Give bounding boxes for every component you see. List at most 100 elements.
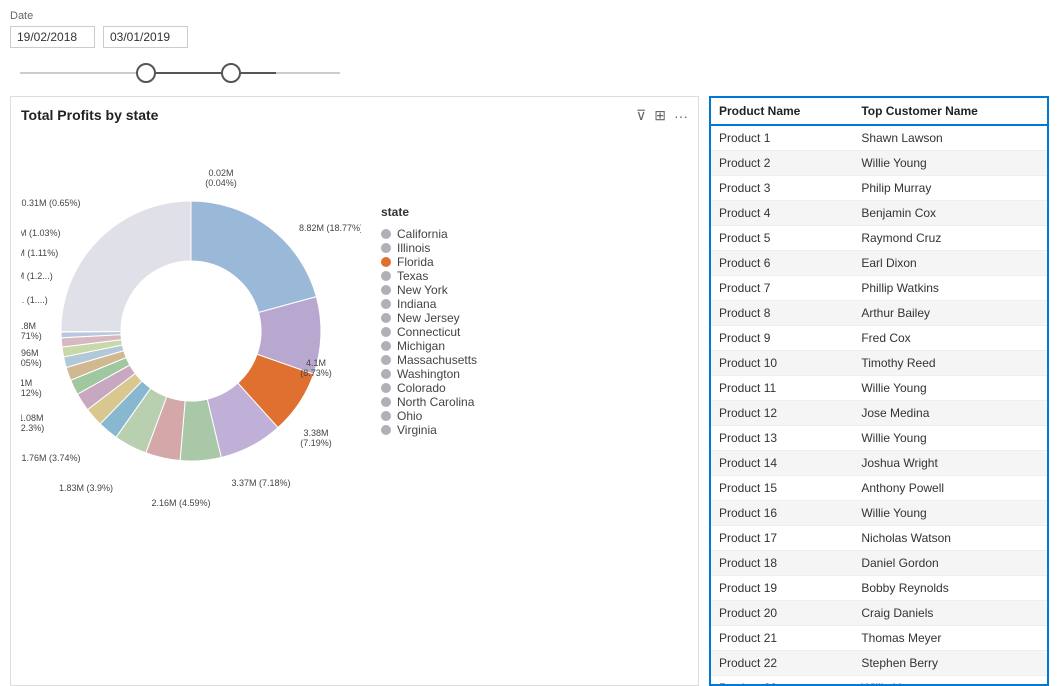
customer-name-cell: Daniel Gordon (853, 551, 1047, 576)
main-container: Date Total Profits by state ⊽ ⊞ ··· (0, 0, 1059, 637)
table-row[interactable]: Product 17Nicholas Watson (711, 526, 1047, 551)
legend-item[interactable]: Texas (381, 269, 477, 283)
table-row[interactable]: Product 18Daniel Gordon (711, 551, 1047, 576)
product-name-cell: Product 21 (711, 626, 853, 651)
date-slider[interactable] (10, 58, 350, 88)
legend-item[interactable]: Illinois (381, 241, 477, 255)
table-row[interactable]: Product 19Bobby Reynolds (711, 576, 1047, 601)
legend-item[interactable]: Massachusetts (381, 353, 477, 367)
legend-section: state CaliforniaIllinoisFloridaTexasNew … (381, 205, 477, 437)
product-name-cell: Product 10 (711, 351, 853, 376)
legend-item[interactable]: North Carolina (381, 395, 477, 409)
legend-item[interactable]: New York (381, 283, 477, 297)
table-row[interactable]: Product 11Willie Young (711, 376, 1047, 401)
legend-item[interactable]: Connecticut (381, 325, 477, 339)
legend-label: New York (397, 283, 448, 297)
table-section[interactable]: Product Name Top Customer Name Product 1… (709, 96, 1049, 686)
legend-item[interactable]: Virginia (381, 423, 477, 437)
legend-item[interactable]: Washington (381, 367, 477, 381)
svg-text:0.8M: 0.8M (21, 321, 36, 331)
svg-text:0.96M: 0.96M (21, 348, 39, 358)
table-row[interactable]: Product 2Willie Young (711, 151, 1047, 176)
table-row[interactable]: Product 3Philip Murray (711, 176, 1047, 201)
legend-dot (381, 271, 391, 281)
table-row[interactable]: Product 20Craig Daniels (711, 601, 1047, 626)
customer-name-cell: Stephen Berry (853, 651, 1047, 676)
svg-text:(2.3%): (2.3%) (21, 423, 44, 433)
customer-name-cell: Joshua Wright (853, 451, 1047, 476)
product-name-cell: Product 9 (711, 326, 853, 351)
table-row[interactable]: Product 8Arthur Bailey (711, 301, 1047, 326)
date-section: Date (10, 10, 350, 88)
filter-icon[interactable]: ⊽ (636, 107, 646, 124)
customer-name-cell: Willie Young (853, 676, 1047, 686)
date-end-input[interactable] (103, 26, 188, 48)
customer-name-cell: Willie Young (853, 376, 1047, 401)
svg-text:0.31M (0.65%): 0.31M (0.65%) (21, 198, 80, 208)
table-row[interactable]: Product 5Raymond Cruz (711, 226, 1047, 251)
table-row[interactable]: Product 1Shawn Lawson (711, 125, 1047, 151)
donut-svg: 8.82M (18.77%) 4.1M (8.73%) 3.38M (7.19%… (21, 131, 361, 511)
slider-thumb-left[interactable] (136, 63, 156, 83)
svg-text:1.83M (3.9%): 1.83M (3.9%) (59, 483, 113, 493)
svg-text:(8.73%): (8.73%) (300, 368, 332, 378)
legend-item[interactable]: Colorado (381, 381, 477, 395)
product-name-cell: Product 2 (711, 151, 853, 176)
legend-item[interactable]: Ohio (381, 409, 477, 423)
product-name-cell: Product 11 (711, 376, 853, 401)
table-row[interactable]: Product 23Willie Young (711, 676, 1047, 686)
legend-label: Washington (397, 367, 460, 381)
customer-name-cell: Bobby Reynolds (853, 576, 1047, 601)
legend-dot (381, 257, 391, 267)
product-name-cell: Product 18 (711, 551, 853, 576)
legend-dot (381, 397, 391, 407)
legend-item[interactable]: New Jersey (381, 311, 477, 325)
customer-name-cell: Raymond Cruz (853, 226, 1047, 251)
table-row[interactable]: Product 12Jose Medina (711, 401, 1047, 426)
legend-dot (381, 355, 391, 365)
product-name-cell: Product 12 (711, 401, 853, 426)
svg-text:(0.04%): (0.04%) (205, 178, 237, 188)
slider-thumb-right[interactable] (221, 63, 241, 83)
table-row[interactable]: Product 10Timothy Reed (711, 351, 1047, 376)
product-name-cell: Product 6 (711, 251, 853, 276)
customer-name-cell: Willie Young (853, 426, 1047, 451)
date-label: Date (10, 10, 350, 22)
table-row[interactable]: Product 4Benjamin Cox (711, 201, 1047, 226)
legend-item[interactable]: Florida (381, 255, 477, 269)
expand-icon[interactable]: ⊞ (654, 107, 666, 124)
legend-label: Indiana (397, 297, 436, 311)
col2-header: Top Customer Name (853, 98, 1047, 125)
date-start-input[interactable] (10, 26, 95, 48)
legend-label: New Jersey (397, 311, 460, 325)
customer-name-cell: Willie Young (853, 151, 1047, 176)
table-row[interactable]: Product 14Joshua Wright (711, 451, 1047, 476)
svg-text:(7.19%): (7.19%) (300, 438, 332, 448)
table-row[interactable]: Product 22Stephen Berry (711, 651, 1047, 676)
product-name-cell: Product 14 (711, 451, 853, 476)
customer-name-cell: Arthur Bailey (853, 301, 1047, 326)
col1-header: Product Name (711, 98, 853, 125)
more-icon[interactable]: ··· (674, 108, 688, 124)
legend-dot (381, 285, 391, 295)
table-row[interactable]: Product 9Fred Cox (711, 326, 1047, 351)
legend-label: Connecticut (397, 325, 460, 339)
table-row[interactable]: Product 21Thomas Meyer (711, 626, 1047, 651)
svg-text:1.76M (3.74%): 1.76M (3.74%) (21, 453, 80, 463)
legend-dot (381, 425, 391, 435)
legend-item[interactable]: Indiana (381, 297, 477, 311)
customer-name-cell: Phillip Watkins (853, 276, 1047, 301)
chart-section: Total Profits by state ⊽ ⊞ ··· (10, 96, 699, 686)
product-name-cell: Product 7 (711, 276, 853, 301)
customer-name-cell: Shawn Lawson (853, 125, 1047, 151)
legend-dot (381, 341, 391, 351)
product-name-cell: Product 1 (711, 125, 853, 151)
legend-item[interactable]: Michigan (381, 339, 477, 353)
table-row[interactable]: Product 15Anthony Powell (711, 476, 1047, 501)
table-row[interactable]: Product 13Willie Young (711, 426, 1047, 451)
table-row[interactable]: Product 16Willie Young (711, 501, 1047, 526)
table-row[interactable]: Product 6Earl Dixon (711, 251, 1047, 276)
svg-text:8.82M (18.77%): 8.82M (18.77%) (299, 223, 361, 233)
table-row[interactable]: Product 7Phillip Watkins (711, 276, 1047, 301)
legend-item[interactable]: California (381, 227, 477, 241)
